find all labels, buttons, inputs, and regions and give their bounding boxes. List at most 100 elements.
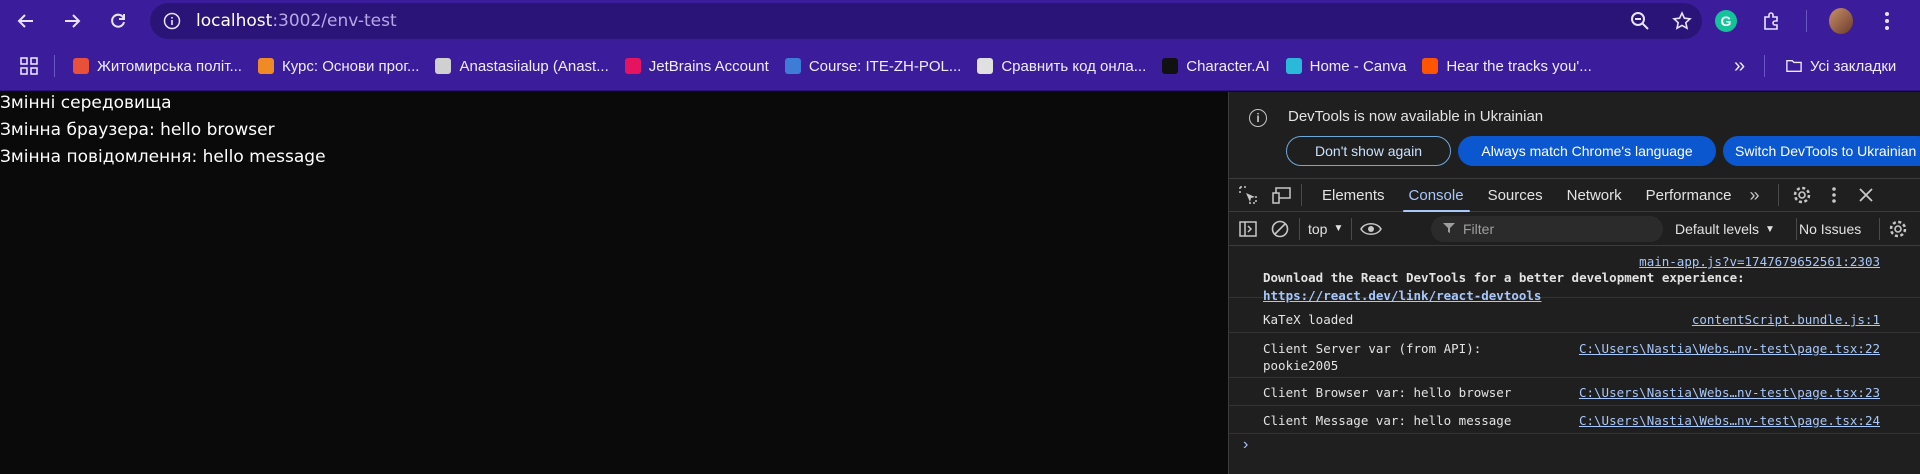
info-icon: i — [1249, 109, 1267, 127]
bookmark-star-icon[interactable] — [1670, 9, 1694, 33]
tab-performance[interactable]: Performance — [1634, 179, 1744, 212]
clear-console-icon[interactable] — [1269, 218, 1291, 240]
bookmark-label: Hear the tracks you'... — [1446, 57, 1592, 75]
console-settings-gear-icon[interactable] — [1887, 218, 1909, 240]
tab-divider-right — [1777, 184, 1779, 206]
switch-to-ukrainian-button[interactable]: Switch DevTools to Ukrainian — [1723, 136, 1920, 166]
bookmark-item[interactable]: Course: ITE-ZH-POL... — [777, 50, 970, 82]
bookmarks-divider-right — [1764, 55, 1765, 77]
bookmark-label: JetBrains Account — [648, 57, 769, 75]
bookmark-label: Character.AI — [1186, 57, 1270, 75]
sidebar-toggle-icon[interactable] — [1237, 218, 1259, 240]
log-source-link[interactable]: C:\Users\Nastia\Webs…nv-test\page.tsx:24 — [1579, 413, 1880, 428]
log-source-link[interactable]: C:\Users\Nastia\Webs…nv-test\page.tsx:22 — [1579, 341, 1880, 356]
log-levels-label: Default levels — [1675, 221, 1760, 237]
extensions-puzzle-icon[interactable] — [1760, 9, 1784, 33]
toolbar-divider-3 — [1796, 218, 1797, 240]
bookmarks-bar: Житомирська політ... Курс: Основи прог...… — [0, 42, 1920, 91]
zoom-icon[interactable] — [1628, 9, 1652, 33]
tab-console[interactable]: Console — [1397, 179, 1476, 212]
page-heading: Змінні середовища — [0, 93, 172, 113]
forward-icon[interactable] — [60, 9, 84, 33]
bookmark-item[interactable]: Character.AI — [1154, 50, 1277, 82]
log-levels-dropdown[interactable]: Default levels ▼ — [1675, 221, 1775, 237]
banner-message: DevTools is now available in Ukrainian — [1288, 108, 1544, 125]
filter-icon — [1443, 221, 1455, 237]
bookmark-item[interactable]: Сравнить код онла... — [969, 50, 1154, 82]
devtools-tabbar: Elements Console Sources Network Performance… — [1229, 178, 1920, 212]
browser-toolbar: localhost:3002/env-test G — [0, 0, 1920, 42]
url-text: localhost:3002/env-test — [196, 11, 397, 31]
bookmark-item[interactable]: Житомирська політ... — [65, 50, 250, 82]
close-devtools-icon[interactable] — [1855, 184, 1877, 206]
dont-show-again-button[interactable]: Don't show again — [1286, 136, 1451, 166]
language-banner: i DevTools is now available in Ukrainian… — [1229, 92, 1920, 172]
console-message: Client Server var (from API): pookie2005… — [1229, 333, 1920, 378]
bookmark-label: Курс: Основи прог... — [281, 57, 420, 75]
bookmark-favicon-icon — [257, 58, 274, 74]
settings-gear-icon[interactable] — [1791, 184, 1813, 206]
address-bar[interactable]: localhost:3002/env-test — [150, 3, 1702, 39]
console-message: main-app.js?v=1747679652561:2303 Downloa… — [1229, 246, 1920, 303]
always-match-language-button[interactable]: Always match Chrome's language — [1458, 136, 1716, 166]
console-prompt[interactable]: › — [1229, 434, 1920, 460]
url-path: :3002/env-test — [272, 11, 397, 31]
reload-icon[interactable] — [106, 9, 130, 33]
console-filter-input[interactable]: Filter — [1431, 216, 1663, 242]
devtools-menu-icon[interactable] — [1823, 184, 1845, 206]
log-text: Client Server var (from API): — [1263, 341, 1482, 356]
bookmark-item[interactable]: Anastasiialup (Anast... — [427, 50, 616, 82]
tab-network[interactable]: Network — [1555, 179, 1634, 212]
tab-sources[interactable]: Sources — [1476, 179, 1555, 212]
chevron-down-icon: ▼ — [1333, 223, 1344, 234]
issues-counter[interactable]: No Issues — [1799, 221, 1861, 237]
bookmark-item[interactable]: Home - Canva — [1278, 50, 1415, 82]
bookmark-label: Home - Canva — [1309, 57, 1407, 75]
console-toolbar: top ▼ Filter Default levels ▼ No Issues — [1229, 212, 1920, 246]
prompt-chevron-icon: › — [1243, 436, 1249, 453]
tab-divider — [1301, 184, 1302, 206]
device-toolbar-icon[interactable] — [1271, 184, 1293, 206]
bookmark-label: Course: ITE-ZH-POL... — [808, 57, 962, 75]
live-expression-eye-icon[interactable] — [1360, 218, 1383, 240]
bookmark-favicon-icon — [977, 58, 994, 74]
log-source-link[interactable]: main-app.js?v=1747679652561:2303 — [1639, 254, 1880, 269]
more-bookmarks-button[interactable]: » — [1726, 50, 1753, 82]
bookmark-label: Житомирська політ... — [97, 57, 242, 75]
toolbar-divider-2 — [1351, 217, 1353, 240]
site-info-icon[interactable] — [162, 11, 182, 31]
bookmark-item[interactable]: Hear the tracks you'... — [1414, 50, 1599, 82]
log-source-link[interactable]: C:\Users\Nastia\Webs…nv-test\page.tsx:23 — [1579, 385, 1880, 400]
toolbar-divider-4 — [1879, 218, 1880, 240]
context-label: top — [1308, 220, 1328, 237]
bookmark-favicon-icon — [435, 58, 452, 74]
toolbar-divider — [1299, 217, 1300, 240]
all-bookmarks-folder[interactable]: Усі закладки — [1778, 50, 1904, 82]
bookmark-item[interactable]: JetBrains Account — [617, 50, 777, 82]
chrome-menu-icon[interactable] — [1875, 9, 1899, 33]
log-text: KaTeX loaded — [1263, 312, 1354, 327]
chevron-down-icon: ▼ — [1765, 223, 1775, 235]
context-selector[interactable]: top ▼ — [1308, 221, 1343, 237]
bookmark-favicon-icon — [784, 58, 801, 74]
bookmark-favicon-icon — [1285, 58, 1302, 74]
folder-icon — [1786, 60, 1802, 72]
log-text: Download the React DevTools for a better… — [1263, 270, 1745, 285]
filter-placeholder: Filter — [1463, 221, 1495, 237]
tab-elements[interactable]: Elements — [1310, 179, 1397, 212]
inspect-element-icon[interactable] — [1237, 184, 1259, 206]
more-tabs-icon[interactable]: » — [1744, 184, 1766, 206]
react-devtools-link[interactable]: https://react.dev/link/react-devtools — [1263, 288, 1541, 303]
bookmarks-divider — [54, 55, 55, 77]
grammarly-extension-icon[interactable]: G — [1714, 9, 1738, 33]
log-source-link[interactable]: contentScript.bundle.js:1 — [1692, 312, 1880, 327]
console-message: KaTeX loaded contentScript.bundle.js:1 — [1229, 306, 1920, 333]
bookmark-favicon-icon — [1162, 58, 1179, 74]
message-var-text: Змінна повідомлення: hello message — [0, 147, 326, 167]
console-log: main-app.js?v=1747679652561:2303 Downloa… — [1229, 246, 1920, 460]
apps-grid-icon[interactable] — [0, 50, 50, 82]
bookmark-item[interactable]: Курс: Основи прог... — [250, 50, 428, 82]
profile-avatar[interactable] — [1829, 8, 1853, 34]
back-icon[interactable] — [14, 9, 38, 33]
bookmark-favicon-icon — [1422, 58, 1439, 74]
